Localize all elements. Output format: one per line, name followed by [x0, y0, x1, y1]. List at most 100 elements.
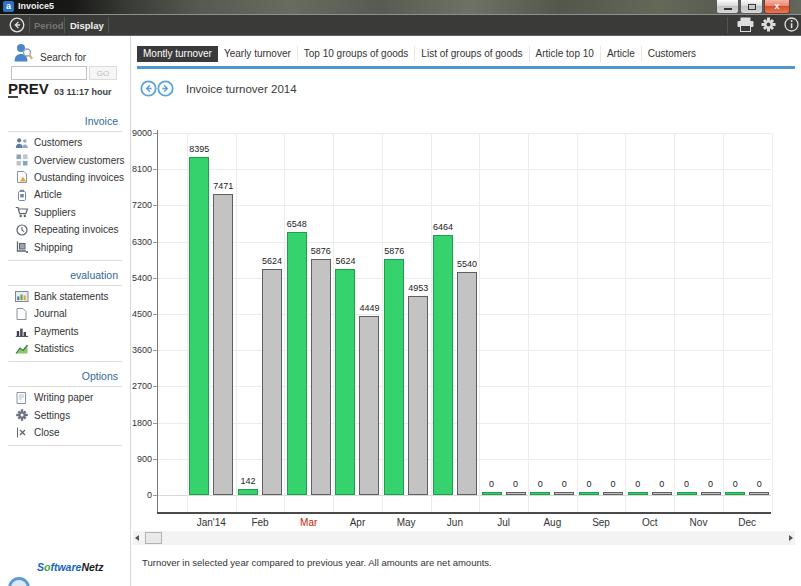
tabs: Montly turnoverYearly turnoverTop 10 gro… — [137, 46, 702, 62]
close-button[interactable]: x — [764, 0, 790, 14]
bar-mar-previous — [311, 259, 331, 495]
y-axis-line — [157, 130, 158, 513]
bar-jan-14-previous — [213, 194, 233, 495]
gridline-h — [157, 133, 771, 134]
month-label-mar: Mar — [281, 517, 337, 528]
statistics-icon — [14, 342, 29, 355]
logo-circle — [8, 577, 30, 586]
scroll-right-arrow-icon[interactable] — [789, 535, 793, 541]
sidebar-item-journal[interactable]: Journal — [0, 305, 130, 322]
gridline-v — [382, 133, 383, 513]
prev-label[interactable]: PREV — [8, 80, 49, 97]
back-button[interactable] — [9, 17, 25, 33]
sidebar-item-settings[interactable]: Settings — [0, 407, 130, 424]
sidebar-item-shipping[interactable]: Shipping — [0, 238, 130, 255]
customers-icon — [14, 136, 29, 149]
gridline-v — [187, 133, 188, 513]
bar-may-current — [384, 259, 404, 495]
tab-top-10-groups-of-goods[interactable]: Top 10 groups of goods — [298, 46, 416, 62]
bar-value-label: 0 — [569, 479, 609, 489]
info-icon — [784, 17, 799, 32]
repeating-invoices-icon — [14, 223, 29, 236]
section-header-invoice: Invoice — [0, 111, 130, 130]
month-label-jul: Jul — [476, 517, 532, 528]
arrow-left-icon — [140, 80, 157, 97]
x-axis-line — [157, 512, 771, 514]
prev-underline — [8, 96, 18, 98]
bar-value-label: 7471 — [203, 181, 243, 191]
period-button[interactable]: Period — [34, 20, 64, 31]
bar-value-label: 0 — [472, 479, 512, 489]
writing-paper-icon — [14, 391, 29, 404]
bar-nov-current — [677, 492, 697, 495]
bar-value-label: 5876 — [301, 246, 341, 256]
scrollbar-thumb[interactable] — [145, 532, 162, 544]
info-button[interactable] — [784, 17, 799, 36]
bar-value-label: 6548 — [277, 219, 317, 229]
sidebar-item-close[interactable]: Close — [0, 424, 130, 441]
tab-article[interactable]: Article — [601, 46, 642, 62]
scroll-left-arrow-icon[interactable] — [135, 535, 139, 541]
bar-value-label: 0 — [520, 479, 560, 489]
sidebar-item-statistics[interactable]: Statistics — [0, 340, 130, 357]
horizontal-scrollbar[interactable] — [133, 531, 795, 545]
bar-mar-current — [287, 232, 307, 495]
sidebar-item-overview-customers[interactable]: Overview customers — [0, 151, 130, 168]
tab-article-top-10[interactable]: Article top 10 — [530, 46, 601, 62]
sidebar-item-label: Overview customers — [34, 155, 125, 166]
arrow-right-icon — [157, 80, 174, 97]
bar-apr-current — [335, 269, 355, 495]
bar-value-label: 8395 — [179, 144, 219, 154]
display-button[interactable]: Display — [70, 20, 104, 31]
tab-yearly-turnover[interactable]: Yearly turnover — [218, 46, 298, 62]
gridline-h — [157, 495, 771, 496]
month-label-sep: Sep — [573, 517, 629, 528]
y-axis-label: 900 — [112, 454, 152, 464]
maximize-button[interactable] — [740, 0, 763, 14]
bar-value-label: 5876 — [374, 246, 414, 256]
bar-sep-current — [579, 492, 599, 495]
next-period-button[interactable] — [157, 80, 174, 101]
bar-value-label: 0 — [691, 479, 731, 489]
bar-aug-previous — [554, 492, 574, 495]
tab-customers[interactable]: Customers — [642, 46, 702, 62]
sidebar-item-payments[interactable]: Payments — [0, 323, 130, 340]
suppliers-icon — [14, 206, 29, 219]
gridline-v — [284, 133, 285, 513]
minimize-button[interactable] — [716, 0, 739, 14]
print-button[interactable] — [737, 17, 754, 36]
tab-montly-turnover[interactable]: Montly turnover — [137, 46, 218, 62]
bar-value-label: 5540 — [447, 259, 487, 269]
bank-statements-icon — [14, 290, 29, 303]
sidebar-item-label: Payments — [34, 326, 78, 337]
bar-value-label: 0 — [715, 479, 755, 489]
sidebar-item-repeating-invoices[interactable]: Repeating invoices — [0, 221, 130, 238]
search-input[interactable] — [11, 66, 87, 80]
bar-feb-previous — [262, 269, 282, 495]
sidebar-item-customers[interactable]: Customers — [0, 134, 130, 151]
sidebar-divider — [130, 36, 131, 586]
settings-icon — [14, 409, 29, 422]
bar-oct-current — [628, 492, 648, 495]
bar-jun-current — [433, 235, 453, 495]
sidebar-item-article[interactable]: Article — [0, 186, 130, 203]
prev-period-button[interactable] — [140, 80, 157, 101]
toolbar — [0, 14, 801, 36]
month-label-feb: Feb — [232, 517, 288, 528]
gridline-v — [431, 133, 432, 513]
tab-list-of-groups-of-goods[interactable]: List of groups of goods — [415, 46, 529, 62]
title-bar: a Invoice5 x — [0, 0, 801, 14]
sidebar-section-evaluation: evaluationBank statementsJournalPayments… — [0, 265, 130, 363]
sidebar-sections: Invoice Customers Overview customers Oustan… — [0, 111, 130, 446]
toolbar-separator — [108, 17, 109, 33]
month-label-oct: Oct — [622, 517, 678, 528]
payments-icon — [14, 325, 29, 338]
sidebar-item-oustanding-invoices[interactable]: Oustanding invoices — [0, 169, 130, 186]
go-button[interactable]: GO — [89, 66, 117, 80]
settings-button[interactable] — [761, 17, 776, 36]
sidebar-item-bank-statements[interactable]: Bank statements — [0, 288, 130, 305]
sidebar-item-suppliers[interactable]: Suppliers — [0, 204, 130, 221]
bar-value-label: 6464 — [423, 222, 463, 232]
bar-value-label: 0 — [544, 479, 584, 489]
sidebar-item-writing-paper[interactable]: Writing paper — [0, 389, 130, 406]
